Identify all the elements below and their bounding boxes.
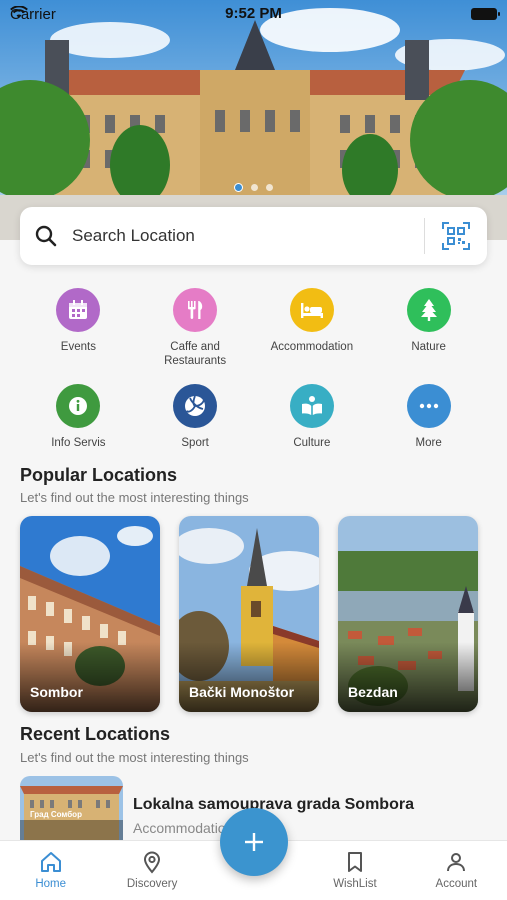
category-label: Accommodation <box>270 341 354 353</box>
carousel-dot-active[interactable] <box>234 183 243 192</box>
qr-code-icon <box>442 222 470 250</box>
nav-discovery[interactable]: Discovery <box>101 841 202 900</box>
book-reader-icon <box>289 384 334 428</box>
carousel-dot[interactable] <box>251 184 258 191</box>
recent-title: Recent Locations <box>20 724 171 744</box>
category-caffe-restaurants[interactable]: Caffe and Restaurants <box>137 288 254 370</box>
popular-card-sombor[interactable]: Sombor <box>20 516 160 712</box>
popular-subtitle: Let's find out the most interesting thin… <box>20 490 249 505</box>
add-button[interactable] <box>220 808 288 876</box>
more-icon <box>406 384 451 428</box>
card-shade <box>179 642 319 712</box>
category-label: Culture <box>293 437 331 449</box>
category-accommodation[interactable]: Accommodation <box>254 288 371 370</box>
category-label: Caffe and Restaurants <box>164 341 227 367</box>
status-bar: Carrier 9:52 PM <box>0 0 507 28</box>
popular-title: Popular Locations <box>20 465 178 485</box>
carousel-dots[interactable] <box>0 183 507 192</box>
category-more[interactable]: More <box>370 384 487 466</box>
qr-scan-button[interactable] <box>425 207 487 265</box>
category-grid: Events Caffe and Restaurants Accommodati… <box>20 288 487 466</box>
nav-label: Home <box>35 878 67 890</box>
hero-image: Carrier 9:52 PM <box>0 0 507 240</box>
popular-card-label: Bački Monoštor <box>189 684 295 700</box>
search-bar[interactable] <box>20 207 487 265</box>
carrier: Carrier <box>10 6 56 23</box>
carousel-dot[interactable] <box>266 184 273 191</box>
category-info-servis[interactable]: Info Servis <box>20 384 137 466</box>
popular-list: Sombor Bački Monoštor Bezdan <box>20 516 478 712</box>
search-icon[interactable] <box>20 224 72 248</box>
recent-thumbnail: Град Сомбор <box>20 776 123 840</box>
card-shade <box>338 642 478 712</box>
category-label: Info Servis <box>51 437 106 449</box>
category-label: Events <box>60 341 96 353</box>
popular-card-label: Bezdan <box>348 684 398 700</box>
user-icon <box>447 853 466 872</box>
search-input[interactable] <box>72 226 424 246</box>
nav-home[interactable]: Home <box>0 841 101 900</box>
calendar-icon <box>56 288 101 332</box>
nav-label: WishList <box>333 878 377 890</box>
status-time: 9:52 PM <box>225 5 282 22</box>
category-nature[interactable]: Nature <box>370 288 487 370</box>
nav-wishlist[interactable]: WishList <box>304 841 405 900</box>
popular-card-bezdan[interactable]: Bezdan <box>338 516 478 712</box>
popular-card-backi-monostor[interactable]: Bački Monoštor <box>179 516 319 712</box>
popular-card-label: Sombor <box>30 684 83 700</box>
bookmark-icon <box>347 852 362 872</box>
nav-label: Account <box>435 878 478 890</box>
plus-icon <box>245 833 263 851</box>
location-pin-icon <box>144 851 161 874</box>
fork-knife-icon <box>173 288 218 332</box>
battery-icon <box>471 8 500 20</box>
category-sport[interactable]: Sport <box>137 384 254 466</box>
category-label: Nature <box>411 341 446 353</box>
volleyball-icon <box>173 384 218 428</box>
home-icon <box>40 852 61 872</box>
category-label: Sport <box>181 437 209 449</box>
category-events[interactable]: Events <box>20 288 137 370</box>
category-label: More <box>415 437 442 449</box>
nav-account[interactable]: Account <box>406 841 507 900</box>
recent-subtitle: Let's find out the most interesting thin… <box>20 750 249 765</box>
card-shade <box>20 642 160 712</box>
wifi-icon <box>10 6 28 18</box>
info-icon <box>56 384 101 428</box>
bed-icon <box>289 288 334 332</box>
recent-item-title: Lokalna samouprava grada Sombora <box>133 796 414 813</box>
tree-icon <box>406 288 451 332</box>
category-culture[interactable]: Culture <box>254 384 371 466</box>
nav-label: Discovery <box>126 878 178 890</box>
recent-thumbnail-caption: Град Сомбор <box>30 810 82 819</box>
